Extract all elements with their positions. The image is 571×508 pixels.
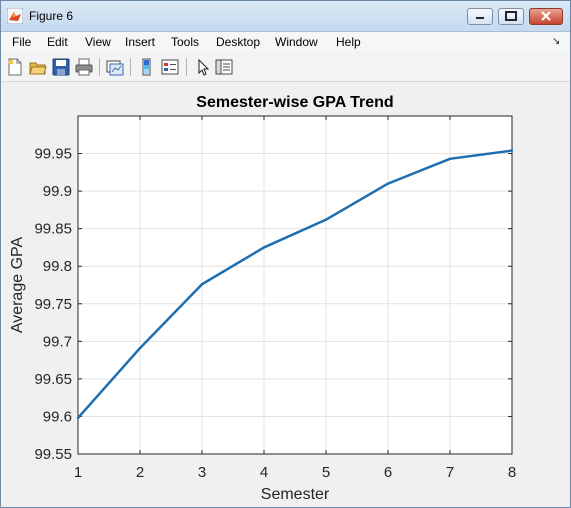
gpa-data-point[interactable]	[76, 416, 80, 420]
new-figure-icon[interactable]	[6, 58, 24, 76]
menu-edit[interactable]: Edit	[47, 35, 68, 49]
menu-file[interactable]: File	[12, 35, 31, 49]
insert-colorbar-icon[interactable]	[138, 58, 156, 76]
close-icon	[541, 11, 551, 21]
save-icon[interactable]	[52, 58, 70, 76]
toolbar-separator	[186, 58, 187, 76]
y-tick-label: 99.85	[34, 221, 72, 238]
x-tick-label: 7	[446, 464, 454, 481]
open-file-icon[interactable]	[29, 58, 47, 76]
gpa-line-chart: Semester-wise GPA Trend 1 2 3 4 5 6 7 8 99.55 99.…	[9, 94, 516, 503]
y-tick-label: 99.55	[34, 446, 72, 463]
plot-area[interactable]	[78, 116, 512, 454]
menu-help[interactable]: Help	[336, 35, 361, 49]
x-tick-label: 4	[260, 464, 268, 481]
menu-insert[interactable]: Insert	[125, 35, 155, 49]
gpa-data-point[interactable]	[262, 246, 266, 249]
gpa-data-point[interactable]	[510, 149, 514, 152]
property-editor-icon[interactable]	[215, 58, 233, 76]
maximize-button[interactable]	[498, 8, 524, 25]
gpa-data-point[interactable]	[138, 346, 142, 350]
gpa-data-point[interactable]	[386, 182, 390, 185]
menu-window[interactable]: Window	[275, 35, 318, 49]
window-title: Figure 6	[29, 9, 74, 23]
menu-overflow-arrow-icon[interactable]: ↘	[552, 36, 560, 47]
menu-tools[interactable]: Tools	[171, 35, 199, 49]
title-bar: Figure 6	[1, 1, 570, 32]
y-tick-label: 99.8	[43, 258, 72, 275]
menu-bar: File Edit View Insert Tools Desktop Wind…	[1, 32, 570, 53]
matlab-icon	[7, 8, 23, 24]
y-tick-label: 99.6	[43, 408, 72, 425]
figure-toolbar	[1, 53, 570, 82]
gpa-data-point[interactable]	[200, 283, 204, 286]
print-icon[interactable]	[75, 58, 93, 76]
y-tick-label: 99.7	[43, 333, 72, 350]
x-tick-label: 3	[198, 464, 206, 481]
figure-canvas: Semester-wise GPA Trend 1 2 3 4 5 6 7 8 99.55 99.…	[1, 82, 570, 507]
maximize-icon	[505, 11, 517, 21]
x-tick-label: 2	[136, 464, 144, 481]
minimize-button[interactable]	[467, 8, 493, 25]
figure-window: Figure 6 File Edit View Insert Tools Des…	[0, 0, 571, 508]
y-tick-label: 99.65	[34, 371, 72, 388]
minimize-icon	[476, 17, 484, 19]
menu-view[interactable]: View	[85, 35, 111, 49]
x-tick-label: 1	[74, 464, 82, 481]
y-axis-label: Average GPA	[9, 237, 26, 334]
gpa-data-point[interactable]	[324, 218, 328, 221]
toolbar-separator	[99, 58, 100, 76]
x-axis-label: Semester	[261, 486, 330, 503]
chart-title: Semester-wise GPA Trend	[196, 94, 393, 111]
x-tick-label: 5	[322, 464, 330, 481]
x-tick-label: 6	[384, 464, 392, 481]
toolbar-separator	[130, 58, 131, 76]
y-tick-label: 99.75	[34, 296, 72, 313]
close-button[interactable]	[529, 8, 563, 25]
menu-desktop[interactable]: Desktop	[216, 35, 260, 49]
y-tick-label: 99.9	[43, 183, 72, 200]
x-tick-label: 8	[508, 464, 516, 481]
link-plot-icon[interactable]	[106, 58, 124, 76]
gpa-data-point[interactable]	[448, 157, 452, 161]
pointer-icon[interactable]	[194, 58, 212, 76]
insert-legend-icon[interactable]	[161, 58, 179, 76]
y-tick-label: 99.95	[34, 146, 72, 163]
